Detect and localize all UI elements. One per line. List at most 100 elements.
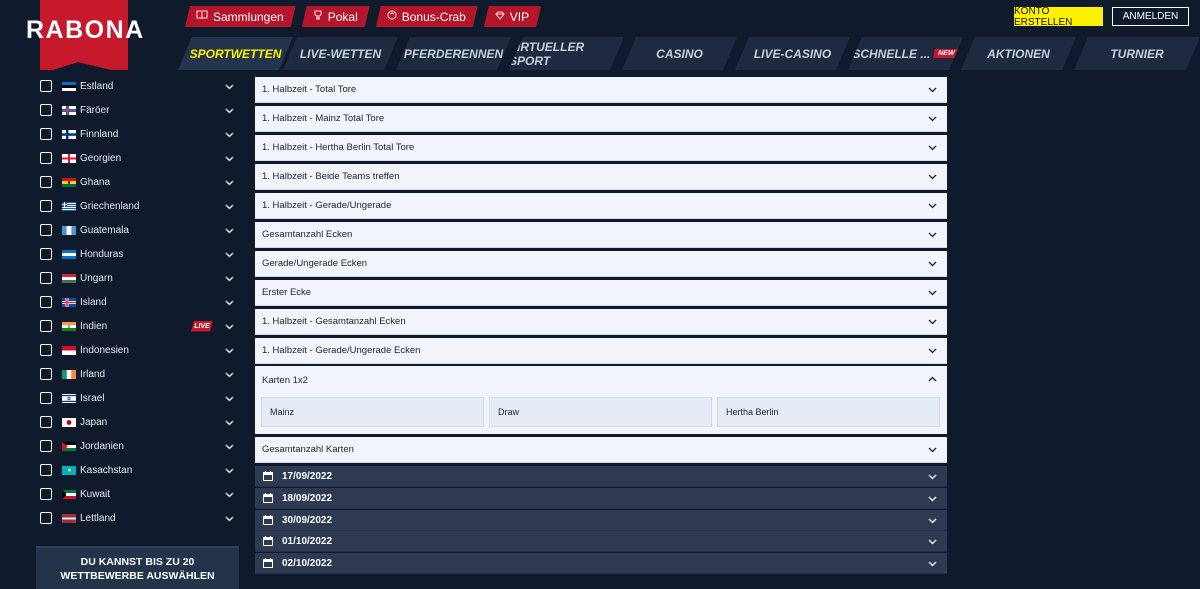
chevron-down-icon[interactable]: [928, 317, 937, 326]
odds-button-draw[interactable]: Draw: [489, 397, 712, 427]
chevron-down-icon[interactable]: [225, 466, 234, 475]
market-row[interactable]: Gesamtanzahl Karten: [255, 437, 947, 463]
chevron-down-icon[interactable]: [928, 472, 937, 481]
market-row[interactable]: 1. Halbzeit - Hertha Berlin Total Tore: [255, 135, 947, 161]
checkbox[interactable]: [40, 392, 52, 404]
checkbox[interactable]: [40, 152, 52, 164]
checkbox[interactable]: [40, 344, 52, 356]
list-item[interactable]: Irland: [30, 362, 245, 386]
chevron-down-icon[interactable]: [928, 143, 937, 152]
list-item[interactable]: Estland: [30, 74, 245, 98]
nav-schnelle[interactable]: SCHNELLE ... NEW: [848, 37, 963, 70]
checkbox[interactable]: [40, 176, 52, 188]
list-item[interactable]: Finnland: [30, 122, 245, 146]
market-row[interactable]: 1. Halbzeit - Beide Teams treffen: [255, 164, 947, 190]
nav-pferderennen[interactable]: PFERDERENNEN: [396, 37, 511, 70]
checkbox[interactable]: [40, 512, 52, 524]
market-title[interactable]: Karten 1x2: [262, 375, 308, 386]
odds-button-away[interactable]: Hertha Berlin: [717, 397, 940, 427]
chevron-down-icon[interactable]: [225, 178, 234, 187]
chevron-down-icon[interactable]: [928, 494, 937, 503]
checkbox[interactable]: [40, 320, 52, 332]
checkbox[interactable]: [40, 200, 52, 212]
checkbox[interactable]: [40, 464, 52, 476]
chevron-down-icon[interactable]: [928, 346, 937, 355]
chevron-down-icon[interactable]: [928, 445, 937, 454]
date-row[interactable]: 18/09/2022: [255, 488, 947, 509]
market-row[interactable]: Gerade/Ungerade Ecken: [255, 251, 947, 277]
chevron-down-icon[interactable]: [928, 230, 937, 239]
chevron-down-icon[interactable]: [225, 490, 234, 499]
chevron-down-icon[interactable]: [225, 346, 234, 355]
checkbox[interactable]: [40, 224, 52, 236]
chevron-down-icon[interactable]: [225, 154, 234, 163]
top-link-bonus-crab[interactable]: Bonus-Crab: [376, 6, 478, 27]
nav-aktionen[interactable]: AKTIONEN: [961, 37, 1076, 70]
list-item[interactable]: Island: [30, 290, 245, 314]
chevron-down-icon[interactable]: [225, 106, 234, 115]
list-item[interactable]: Ungarn: [30, 266, 245, 290]
list-item[interactable]: Israel: [30, 386, 245, 410]
checkbox[interactable]: [40, 272, 52, 284]
chevron-down-icon[interactable]: [225, 202, 234, 211]
list-item[interactable]: Georgien: [30, 146, 245, 170]
date-row[interactable]: 17/09/2022: [255, 466, 947, 487]
market-row[interactable]: 1. Halbzeit - Mainz Total Tore: [255, 106, 947, 132]
list-item[interactable]: Honduras: [30, 242, 245, 266]
chevron-down-icon[interactable]: [225, 82, 234, 91]
market-row[interactable]: 1. Halbzeit - Gerade/Ungerade Ecken: [255, 338, 947, 364]
chevron-down-icon[interactable]: [225, 226, 234, 235]
nav-turnier[interactable]: TURNIER: [1074, 37, 1200, 70]
checkbox[interactable]: [40, 248, 52, 260]
top-link-vip[interactable]: VIP: [484, 6, 541, 27]
chevron-down-icon[interactable]: [928, 259, 937, 268]
list-item[interactable]: Jordanien: [30, 434, 245, 458]
chevron-down-icon[interactable]: [928, 288, 937, 297]
checkbox[interactable]: [40, 440, 52, 452]
date-row[interactable]: 01/10/2022: [255, 531, 947, 552]
chevron-down-icon[interactable]: [225, 418, 234, 427]
chevron-down-icon[interactable]: [928, 114, 937, 123]
register-button[interactable]: KONTO ERSTELLEN: [1014, 6, 1103, 28]
checkbox[interactable]: [40, 80, 52, 92]
chevron-down-icon[interactable]: [225, 370, 234, 379]
top-link-sammlungen[interactable]: Sammlungen: [185, 6, 296, 27]
chevron-down-icon[interactable]: [928, 559, 937, 568]
odds-button-home[interactable]: Mainz: [261, 397, 484, 427]
chevron-down-icon[interactable]: [928, 537, 937, 546]
top-link-pokal[interactable]: Pokal: [302, 6, 370, 27]
list-item[interactable]: Lettland: [30, 506, 245, 530]
checkbox[interactable]: [40, 488, 52, 500]
chevron-down-icon[interactable]: [225, 130, 234, 139]
checkbox[interactable]: [40, 128, 52, 140]
login-button[interactable]: ANMELDEN: [1112, 7, 1189, 26]
chevron-down-icon[interactable]: [225, 322, 234, 331]
nav-virtueller-sport[interactable]: VIRTUELLER SPORT: [509, 37, 624, 70]
chevron-down-icon[interactable]: [928, 201, 937, 210]
chevron-down-icon[interactable]: [928, 85, 937, 94]
nav-casino[interactable]: CASINO: [622, 37, 737, 70]
list-item[interactable]: Indien LIVE: [30, 314, 245, 338]
list-item[interactable]: Kasachstan: [30, 458, 245, 482]
list-item[interactable]: Japan: [30, 410, 245, 434]
chevron-down-icon[interactable]: [225, 514, 234, 523]
date-row[interactable]: 02/10/2022: [255, 553, 947, 574]
chevron-down-icon[interactable]: [225, 250, 234, 259]
list-item[interactable]: Färöer: [30, 98, 245, 122]
nav-sportwetten[interactable]: SPORTWETTEN: [178, 37, 293, 70]
market-row[interactable]: Gesamtanzahl Ecken: [255, 222, 947, 248]
logo[interactable]: RABONA: [26, 16, 145, 45]
nav-live-wetten[interactable]: LIVE-WETTEN: [283, 37, 398, 70]
date-row[interactable]: 30/09/2022: [255, 510, 947, 531]
market-row[interactable]: 1. Halbzeit - Gesamtanzahl Ecken: [255, 309, 947, 335]
chevron-up-icon[interactable]: [928, 375, 937, 384]
chevron-down-icon[interactable]: [225, 442, 234, 451]
chevron-down-icon[interactable]: [225, 274, 234, 283]
chevron-down-icon[interactable]: [928, 172, 937, 181]
list-item[interactable]: Guatemala: [30, 218, 245, 242]
chevron-down-icon[interactable]: [928, 516, 937, 525]
market-row[interactable]: 1. Halbzeit - Total Tore: [255, 77, 947, 103]
market-row[interactable]: 1. Halbzeit - Gerade/Ungerade: [255, 193, 947, 219]
nav-live-casino[interactable]: LIVE-CASINO: [735, 37, 850, 70]
list-item[interactable]: Ghana: [30, 170, 245, 194]
